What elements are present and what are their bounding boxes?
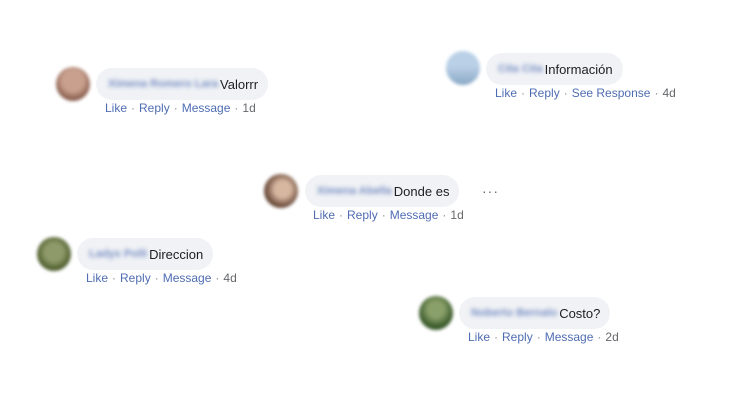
reply-link[interactable]: Reply xyxy=(529,86,560,100)
like-link[interactable]: Like xyxy=(86,271,108,285)
reply-link[interactable]: Reply xyxy=(139,101,170,115)
timestamp[interactable]: 2d xyxy=(605,330,618,344)
comment-text: Direccion xyxy=(149,246,204,262)
timestamp[interactable]: 4d xyxy=(223,271,236,285)
comment-bubble: Noberto Bernalo Costo? xyxy=(459,297,611,329)
reply-link[interactable]: Reply xyxy=(502,330,533,344)
commenter-name[interactable]: Noberto Bernalo xyxy=(471,307,557,319)
comment-actions: Like · Reply · Message · 4d xyxy=(86,271,237,285)
avatar[interactable] xyxy=(264,174,298,208)
comment-text: Valorrr xyxy=(220,76,259,92)
message-link[interactable]: Message xyxy=(182,101,231,115)
timestamp[interactable]: 1d xyxy=(242,101,255,115)
comment-bubble: Ximena Romero Lara Valorrr xyxy=(96,68,269,100)
commenter-name[interactable]: Ximena Abella xyxy=(317,185,392,197)
reply-link[interactable]: Reply xyxy=(120,271,151,285)
comment-bubble: Ladys Polli Direccion xyxy=(77,238,214,270)
like-link[interactable]: Like xyxy=(313,208,335,222)
see-response-link[interactable]: See Response xyxy=(572,86,651,100)
message-link[interactable]: Message xyxy=(390,208,439,222)
comment-bubble: Cita Cita Información xyxy=(486,53,623,85)
comment-actions: Like · Reply · Message · 1d xyxy=(105,101,256,115)
comment-bubble: Ximena Abella Donde es xyxy=(305,175,460,207)
message-link[interactable]: Message xyxy=(545,330,594,344)
comment-actions: Like · Reply · Message · 2d xyxy=(468,330,619,344)
comment-actions: Like · Reply · See Response · 4d xyxy=(495,86,676,100)
more-options-icon[interactable]: ··· xyxy=(482,183,499,199)
avatar[interactable] xyxy=(37,237,71,271)
timestamp[interactable]: 1d xyxy=(450,208,463,222)
message-link[interactable]: Message xyxy=(163,271,212,285)
comment-text: Donde es xyxy=(393,183,450,199)
like-link[interactable]: Like xyxy=(468,330,490,344)
like-link[interactable]: Like xyxy=(105,101,127,115)
commenter-name[interactable]: Cita Cita xyxy=(498,63,543,75)
comment-text: Costo? xyxy=(559,305,601,321)
comment-actions: Like · Reply · Message · 1d xyxy=(313,208,464,222)
avatar[interactable] xyxy=(56,67,90,101)
reply-link[interactable]: Reply xyxy=(347,208,378,222)
avatar[interactable] xyxy=(446,51,480,85)
commenter-name[interactable]: Ladys Polli xyxy=(89,248,147,260)
commenter-name[interactable]: Ximena Romero Lara xyxy=(108,78,218,90)
like-link[interactable]: Like xyxy=(495,86,517,100)
comment-text: Información xyxy=(544,61,613,77)
avatar[interactable] xyxy=(419,296,453,330)
timestamp[interactable]: 4d xyxy=(662,86,675,100)
